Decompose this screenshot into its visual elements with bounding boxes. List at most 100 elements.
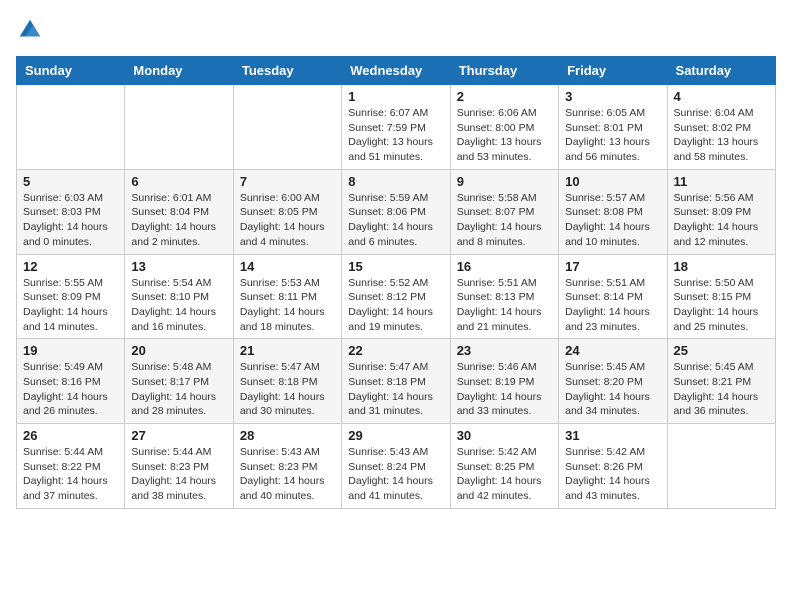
calendar-week-2: 5 Sunrise: 6:03 AM Sunset: 8:03 PM Daylig… — [17, 169, 776, 254]
day-info: Sunrise: 5:43 AM Sunset: 8:23 PM Dayligh… — [240, 445, 335, 504]
day-header-wednesday: Wednesday — [342, 57, 450, 85]
day-info: Sunrise: 5:43 AM Sunset: 8:24 PM Dayligh… — [348, 445, 443, 504]
day-number: 4 — [674, 89, 769, 104]
day-info: Sunrise: 5:46 AM Sunset: 8:19 PM Dayligh… — [457, 360, 552, 419]
day-number: 13 — [131, 259, 226, 274]
calendar-cell: 18 Sunrise: 5:50 AM Sunset: 8:15 PM Dayli… — [667, 254, 775, 339]
day-info: Sunrise: 6:07 AM Sunset: 7:59 PM Dayligh… — [348, 106, 443, 165]
calendar-cell: 12 Sunrise: 5:55 AM Sunset: 8:09 PM Dayli… — [17, 254, 125, 339]
day-number: 26 — [23, 428, 118, 443]
day-info: Sunrise: 6:01 AM Sunset: 8:04 PM Dayligh… — [131, 191, 226, 250]
calendar-cell: 6Sunrise: 6:01 AM Sunset: 8:04 PM Daylig… — [125, 169, 233, 254]
day-number: 20 — [131, 343, 226, 358]
calendar-cell: 3 Sunrise: 6:05 AM Sunset: 8:01 PM Daylig… — [559, 85, 667, 170]
day-number: 29 — [348, 428, 443, 443]
calendar-cell: 13Sunrise: 5:54 AM Sunset: 8:10 PM Dayli… — [125, 254, 233, 339]
day-info: Sunrise: 6:04 AM Sunset: 8:02 PM Dayligh… — [674, 106, 769, 165]
day-number: 16 — [457, 259, 552, 274]
day-info: Sunrise: 5:59 AM Sunset: 8:06 PM Dayligh… — [348, 191, 443, 250]
page-header — [16, 16, 776, 44]
day-number: 7 — [240, 174, 335, 189]
day-number: 9 — [457, 174, 552, 189]
day-info: Sunrise: 5:51 AM Sunset: 8:13 PM Dayligh… — [457, 276, 552, 335]
calendar-cell: 17Sunrise: 5:51 AM Sunset: 8:14 PM Dayli… — [559, 254, 667, 339]
day-info: Sunrise: 5:45 AM Sunset: 8:20 PM Dayligh… — [565, 360, 660, 419]
day-info: Sunrise: 5:42 AM Sunset: 8:25 PM Dayligh… — [457, 445, 552, 504]
calendar-cell — [125, 85, 233, 170]
day-number: 1 — [348, 89, 443, 104]
day-info: Sunrise: 5:44 AM Sunset: 8:22 PM Dayligh… — [23, 445, 118, 504]
calendar-header-row: SundayMondayTuesdayWednesdayThursdayFrid… — [17, 57, 776, 85]
day-number: 25 — [674, 343, 769, 358]
calendar-cell: 19 Sunrise: 5:49 AM Sunset: 8:16 PM Dayli… — [17, 339, 125, 424]
logo — [16, 16, 48, 44]
calendar-cell: 2 Sunrise: 6:06 AM Sunset: 8:00 PM Daylig… — [450, 85, 558, 170]
day-number: 2 — [457, 89, 552, 104]
day-info: Sunrise: 5:49 AM Sunset: 8:16 PM Dayligh… — [23, 360, 118, 419]
calendar-cell: 14Sunrise: 5:53 AM Sunset: 8:11 PM Dayli… — [233, 254, 341, 339]
calendar-cell: 10Sunrise: 5:57 AM Sunset: 8:08 PM Dayli… — [559, 169, 667, 254]
day-number: 14 — [240, 259, 335, 274]
calendar-cell: 20 Sunrise: 5:48 AM Sunset: 8:17 PM Dayli… — [125, 339, 233, 424]
calendar-week-5: 26 Sunrise: 5:44 AM Sunset: 8:22 PM Dayli… — [17, 424, 776, 509]
calendar-cell: 26 Sunrise: 5:44 AM Sunset: 8:22 PM Dayli… — [17, 424, 125, 509]
day-number: 24 — [565, 343, 660, 358]
calendar-week-3: 12 Sunrise: 5:55 AM Sunset: 8:09 PM Dayli… — [17, 254, 776, 339]
calendar-cell: 9 Sunrise: 5:58 AM Sunset: 8:07 PM Daylig… — [450, 169, 558, 254]
day-info: Sunrise: 5:51 AM Sunset: 8:14 PM Dayligh… — [565, 276, 660, 335]
day-info: Sunrise: 5:47 AM Sunset: 8:18 PM Dayligh… — [348, 360, 443, 419]
calendar-cell: 15 Sunrise: 5:52 AM Sunset: 8:12 PM Dayli… — [342, 254, 450, 339]
day-number: 19 — [23, 343, 118, 358]
calendar-week-4: 19 Sunrise: 5:49 AM Sunset: 8:16 PM Dayli… — [17, 339, 776, 424]
day-number: 21 — [240, 343, 335, 358]
calendar-cell: 21Sunrise: 5:47 AM Sunset: 8:18 PM Dayli… — [233, 339, 341, 424]
calendar-cell: 31Sunrise: 5:42 AM Sunset: 8:26 PM Dayli… — [559, 424, 667, 509]
day-number: 22 — [348, 343, 443, 358]
calendar-cell: 27Sunrise: 5:44 AM Sunset: 8:23 PM Dayli… — [125, 424, 233, 509]
calendar-cell: 25 Sunrise: 5:45 AM Sunset: 8:21 PM Dayli… — [667, 339, 775, 424]
day-number: 15 — [348, 259, 443, 274]
day-number: 30 — [457, 428, 552, 443]
calendar-cell: 29 Sunrise: 5:43 AM Sunset: 8:24 PM Dayli… — [342, 424, 450, 509]
day-header-thursday: Thursday — [450, 57, 558, 85]
day-number: 18 — [674, 259, 769, 274]
day-info: Sunrise: 5:45 AM Sunset: 8:21 PM Dayligh… — [674, 360, 769, 419]
day-info: Sunrise: 6:03 AM Sunset: 8:03 PM Dayligh… — [23, 191, 118, 250]
calendar-cell: 4 Sunrise: 6:04 AM Sunset: 8:02 PM Daylig… — [667, 85, 775, 170]
day-info: Sunrise: 5:55 AM Sunset: 8:09 PM Dayligh… — [23, 276, 118, 335]
day-info: Sunrise: 6:00 AM Sunset: 8:05 PM Dayligh… — [240, 191, 335, 250]
calendar-cell: 23 Sunrise: 5:46 AM Sunset: 8:19 PM Dayli… — [450, 339, 558, 424]
calendar-cell — [233, 85, 341, 170]
calendar-cell: 28 Sunrise: 5:43 AM Sunset: 8:23 PM Dayli… — [233, 424, 341, 509]
day-number: 11 — [674, 174, 769, 189]
calendar-cell: 24 Sunrise: 5:45 AM Sunset: 8:20 PM Dayli… — [559, 339, 667, 424]
calendar-cell: 22 Sunrise: 5:47 AM Sunset: 8:18 PM Dayli… — [342, 339, 450, 424]
day-info: Sunrise: 5:48 AM Sunset: 8:17 PM Dayligh… — [131, 360, 226, 419]
day-header-sunday: Sunday — [17, 57, 125, 85]
calendar-cell — [17, 85, 125, 170]
calendar-cell — [667, 424, 775, 509]
day-info: Sunrise: 5:44 AM Sunset: 8:23 PM Dayligh… — [131, 445, 226, 504]
day-number: 3 — [565, 89, 660, 104]
day-info: Sunrise: 5:52 AM Sunset: 8:12 PM Dayligh… — [348, 276, 443, 335]
day-number: 23 — [457, 343, 552, 358]
day-info: Sunrise: 5:50 AM Sunset: 8:15 PM Dayligh… — [674, 276, 769, 335]
day-header-friday: Friday — [559, 57, 667, 85]
calendar-cell: 11Sunrise: 5:56 AM Sunset: 8:09 PM Dayli… — [667, 169, 775, 254]
day-info: Sunrise: 6:06 AM Sunset: 8:00 PM Dayligh… — [457, 106, 552, 165]
day-number: 31 — [565, 428, 660, 443]
day-info: Sunrise: 6:05 AM Sunset: 8:01 PM Dayligh… — [565, 106, 660, 165]
day-header-monday: Monday — [125, 57, 233, 85]
day-number: 28 — [240, 428, 335, 443]
day-number: 8 — [348, 174, 443, 189]
logo-icon — [16, 16, 44, 44]
day-header-tuesday: Tuesday — [233, 57, 341, 85]
day-number: 12 — [23, 259, 118, 274]
calendar-cell: 5 Sunrise: 6:03 AM Sunset: 8:03 PM Daylig… — [17, 169, 125, 254]
calendar-cell: 1 Sunrise: 6:07 AM Sunset: 7:59 PM Daylig… — [342, 85, 450, 170]
calendar-cell: 30 Sunrise: 5:42 AM Sunset: 8:25 PM Dayli… — [450, 424, 558, 509]
calendar-cell: 8 Sunrise: 5:59 AM Sunset: 8:06 PM Daylig… — [342, 169, 450, 254]
day-info: Sunrise: 5:58 AM Sunset: 8:07 PM Dayligh… — [457, 191, 552, 250]
calendar-cell: 7 Sunrise: 6:00 AM Sunset: 8:05 PM Daylig… — [233, 169, 341, 254]
day-number: 5 — [23, 174, 118, 189]
